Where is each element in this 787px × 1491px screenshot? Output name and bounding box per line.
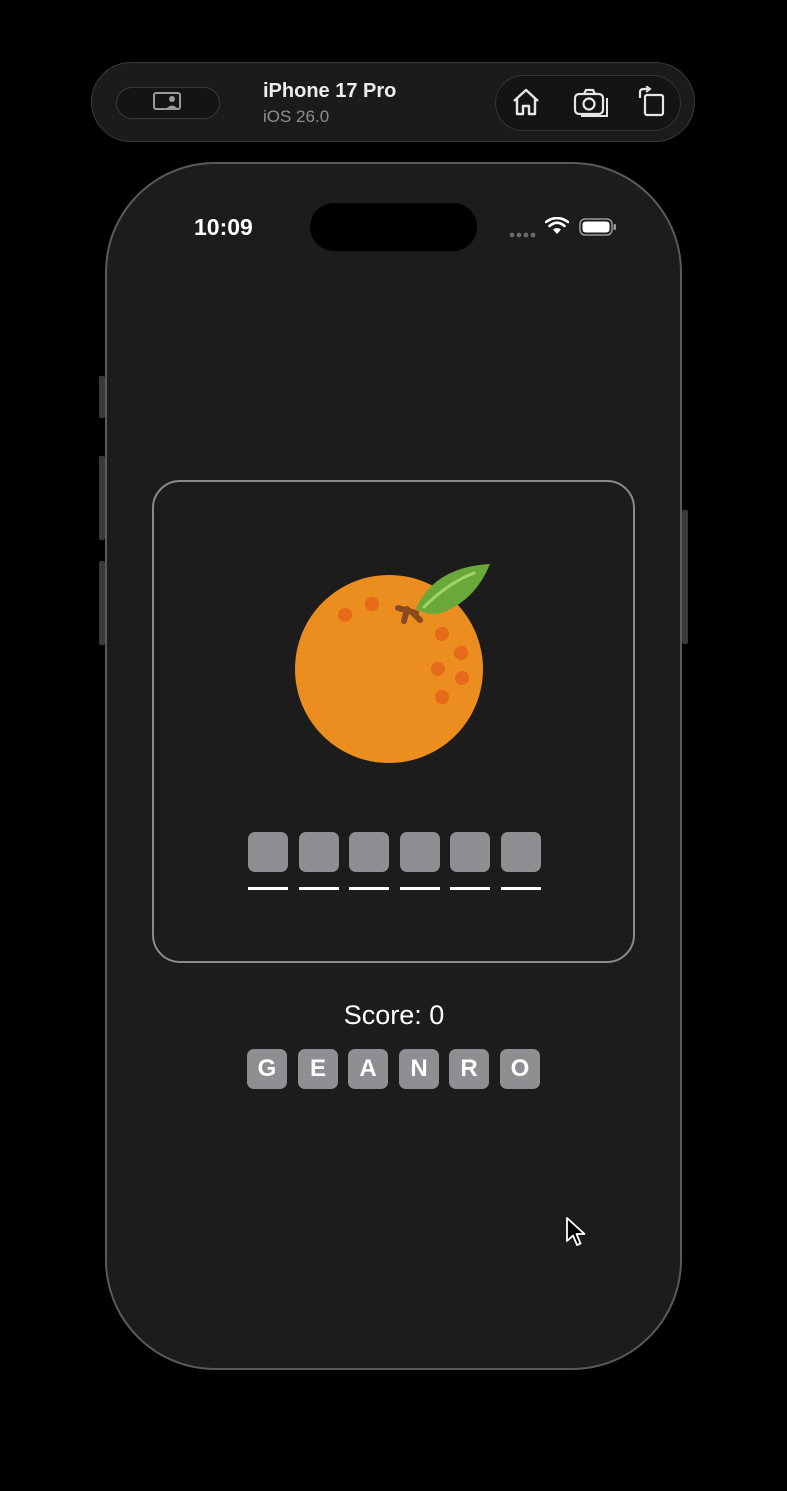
letter-tile[interactable]: E xyxy=(298,1049,338,1089)
home-button[interactable] xyxy=(508,86,544,122)
score-label: Score: 0 xyxy=(343,1000,445,1030)
wifi-icon xyxy=(544,216,570,240)
screenshot-button[interactable] xyxy=(573,86,609,122)
os-version: iOS 26.0 xyxy=(263,107,330,126)
simulator-actions xyxy=(495,75,681,131)
slot-underline xyxy=(349,887,389,890)
letter-tiles: G E A N R O xyxy=(247,1049,547,1089)
answer-slot[interactable] xyxy=(248,832,288,872)
answer-slot[interactable] xyxy=(299,832,339,872)
battery-icon xyxy=(579,218,617,241)
letter-tile[interactable]: O xyxy=(500,1049,540,1089)
status-time: 10:09 xyxy=(194,214,253,240)
letter-tile[interactable]: A xyxy=(348,1049,388,1089)
orange-picture xyxy=(294,557,504,767)
answer-slot[interactable] xyxy=(349,832,389,872)
cellular-dots-icon xyxy=(509,225,537,243)
answer-slot[interactable] xyxy=(501,832,541,872)
screenshot-icon xyxy=(573,86,609,123)
device-name: iPhone 17 Pro xyxy=(263,80,397,102)
side-button xyxy=(682,510,688,644)
rotate-button[interactable] xyxy=(634,84,670,123)
answer-slot[interactable] xyxy=(450,832,490,872)
letter-tile[interactable]: R xyxy=(449,1049,489,1089)
slot-underline xyxy=(450,887,490,890)
dynamic-island xyxy=(310,203,477,251)
mouse-pointer-icon xyxy=(565,1216,587,1248)
slot-underline xyxy=(501,887,541,890)
answer-slots xyxy=(248,832,548,894)
letter-tile[interactable]: G xyxy=(247,1049,287,1089)
simulator-toolbar: iPhone 17 Pro iOS 26.0 xyxy=(91,62,695,142)
screen-share-icon xyxy=(153,91,183,116)
slot-underline xyxy=(248,887,288,890)
rotate-icon xyxy=(636,84,668,123)
phone-screen: 10:09 Score: 0 G E A N R O xyxy=(126,183,662,1349)
game-card xyxy=(152,480,635,963)
home-icon xyxy=(510,86,542,123)
slot-underline xyxy=(400,887,440,890)
status-icons xyxy=(509,216,619,240)
answer-slot[interactable] xyxy=(400,832,440,872)
screen-share-button[interactable] xyxy=(116,87,220,119)
slot-underline xyxy=(299,887,339,890)
letter-tile[interactable]: N xyxy=(399,1049,439,1089)
